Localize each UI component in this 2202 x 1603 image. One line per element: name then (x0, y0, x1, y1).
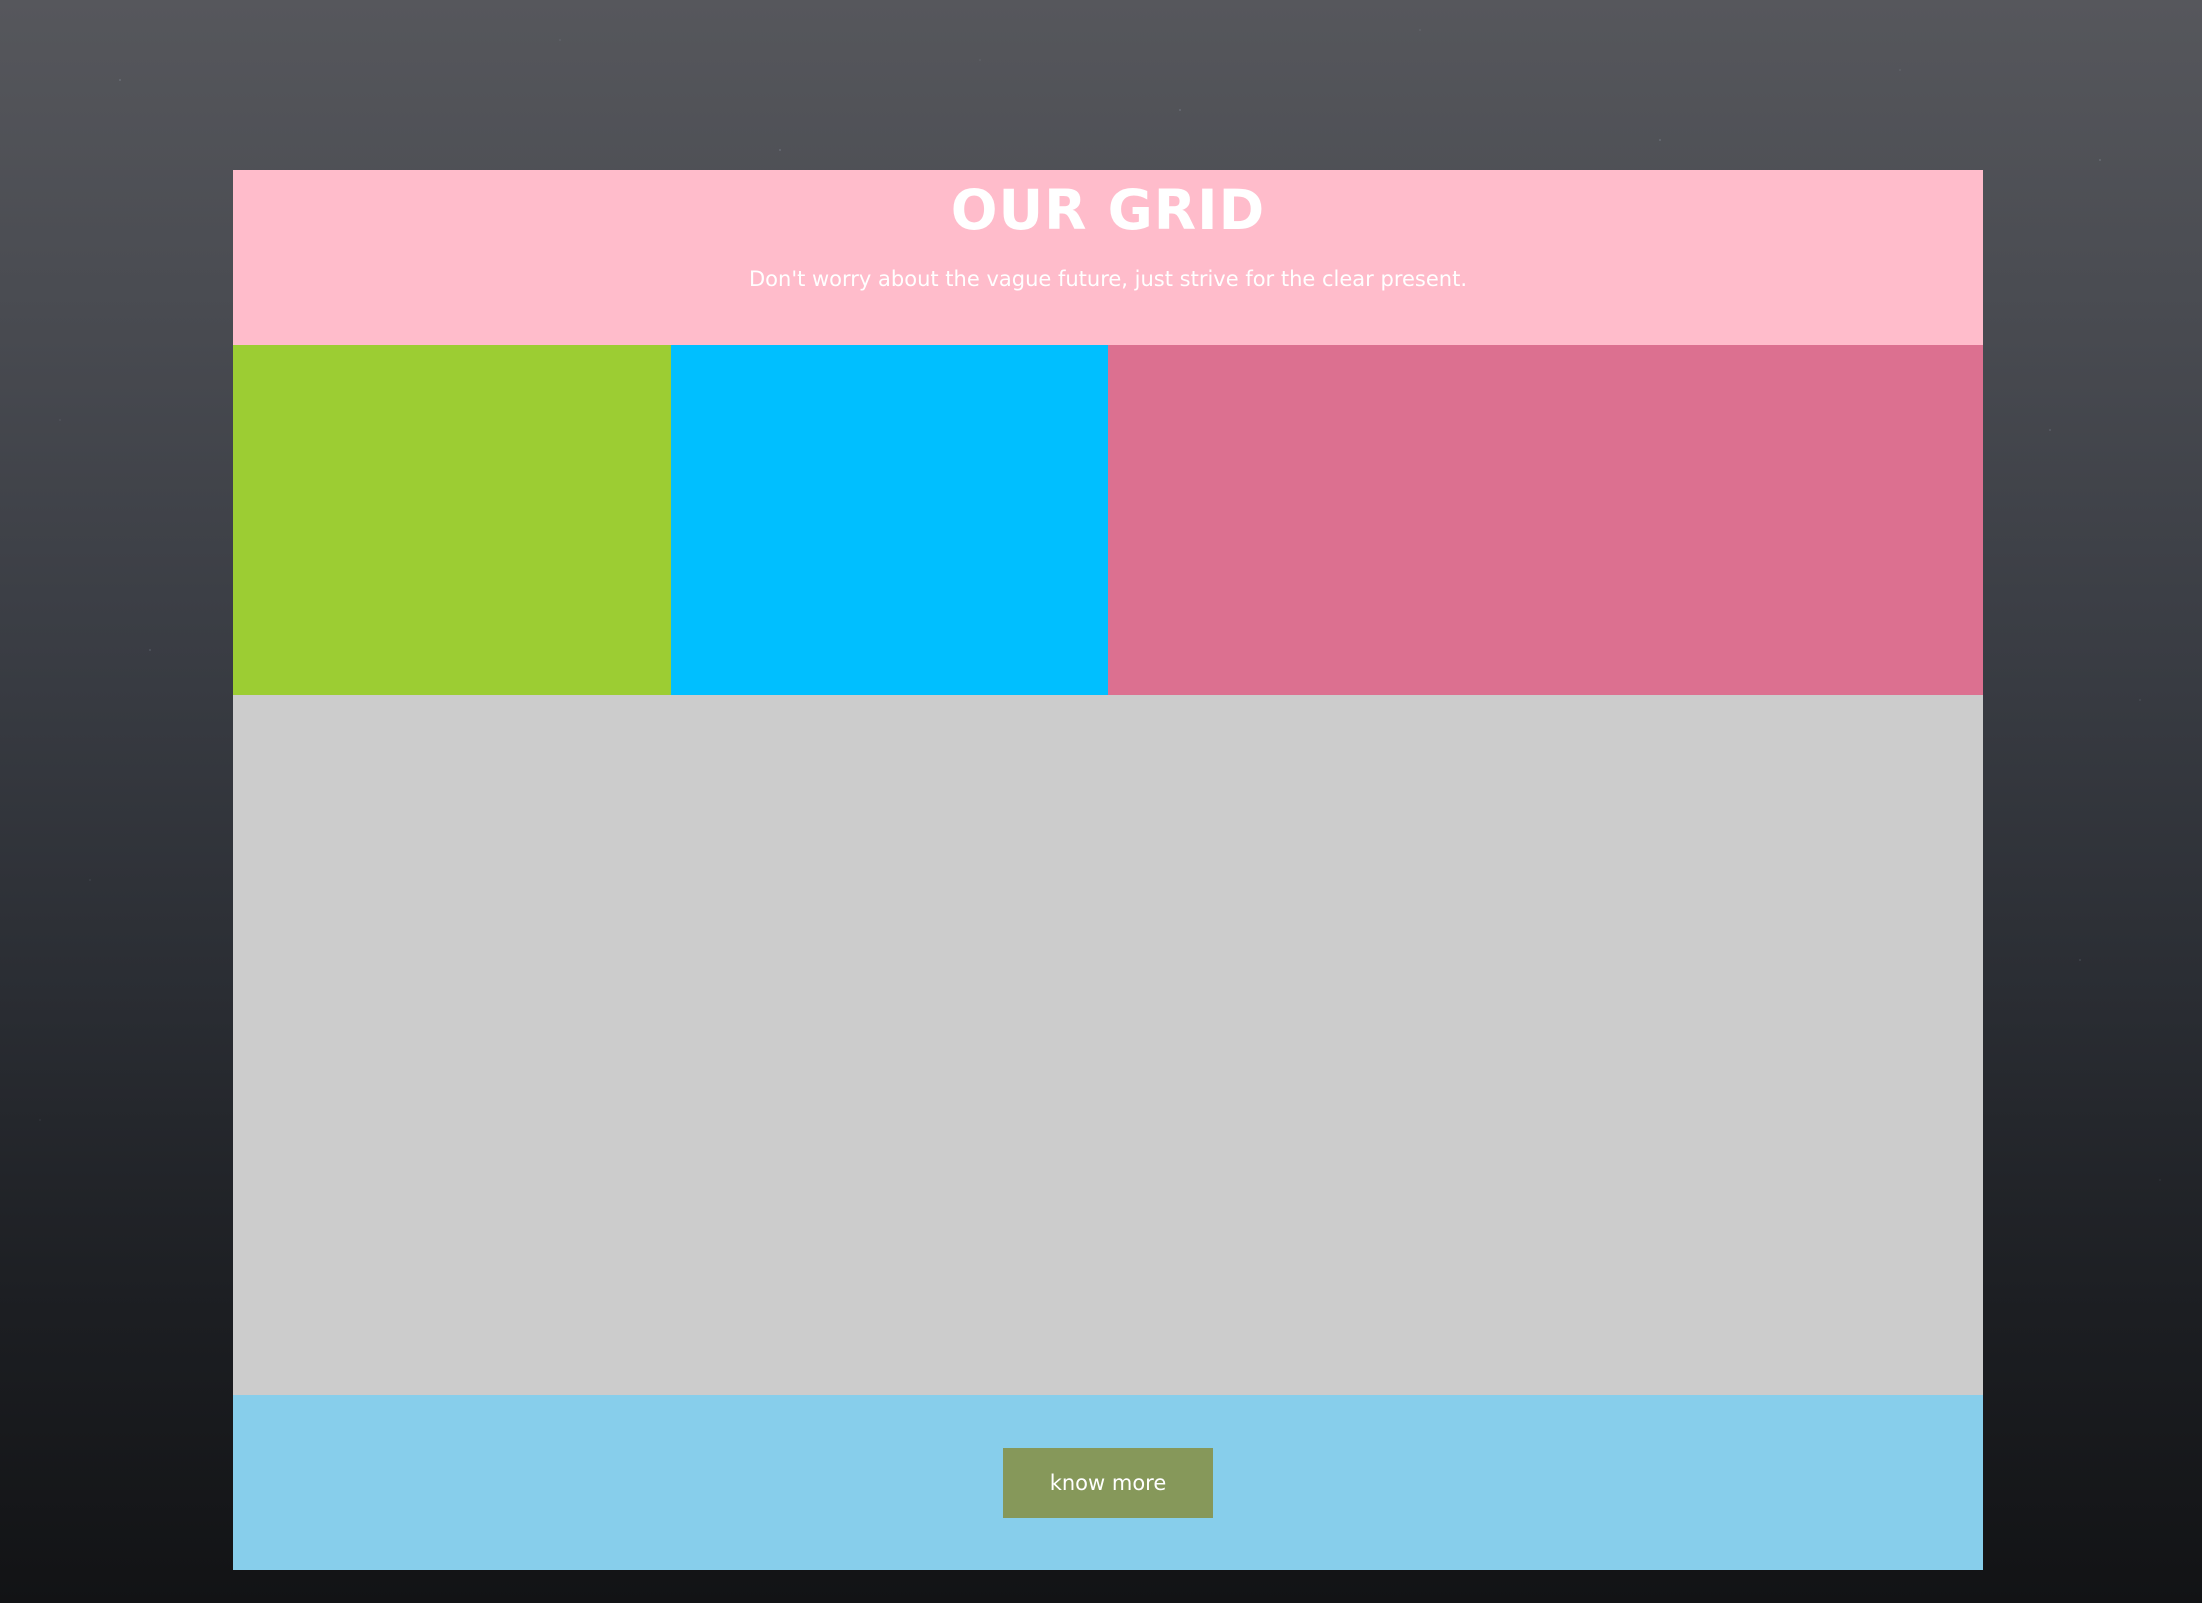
main-content-area (233, 695, 1983, 1395)
page-footer: know more (233, 1395, 1983, 1570)
blue-block (671, 345, 1108, 695)
page-title: OUR GRID (950, 178, 1266, 242)
green-block (233, 345, 671, 695)
page-header: OUR GRID Don't worry about the vague fut… (233, 170, 1983, 345)
page-subtitle: Don't worry about the vague future, just… (749, 267, 1467, 291)
grid-container: OUR GRID Don't worry about the vague fut… (233, 170, 1983, 1570)
grid-row (233, 345, 1983, 695)
rose-block (1108, 345, 1983, 695)
know-more-button[interactable]: know more (1003, 1447, 1213, 1518)
